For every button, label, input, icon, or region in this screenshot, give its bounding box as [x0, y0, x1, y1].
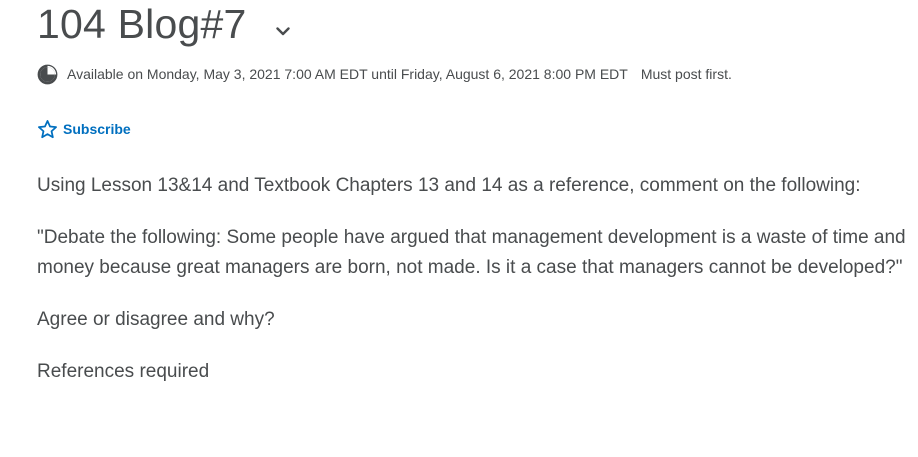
- topic-description: Using Lesson 13&14 and Textbook Chapters…: [37, 171, 912, 409]
- description-paragraph: Using Lesson 13&14 and Textbook Chapters…: [37, 175, 861, 196]
- must-post-first-notice: Must post first.: [640, 66, 732, 82]
- availability-dates: Available on Monday, May 3, 2021 7:00 AM…: [67, 66, 628, 82]
- availability-info: Available on Monday, May 3, 2021 7:00 AM…: [37, 63, 732, 85]
- subscribe-label: Subscribe: [63, 121, 131, 137]
- description-paragraph: References required: [37, 361, 210, 382]
- clock-icon: [37, 64, 58, 85]
- topic-header: 104 Blog#7: [37, 0, 294, 48]
- page-title: 104 Blog#7: [37, 1, 247, 47]
- description-paragraph: Agree or disagree and why?: [37, 309, 275, 330]
- star-outline-icon: [37, 119, 58, 140]
- description-paragraph: "Debate the following: Some people have …: [37, 227, 906, 278]
- chevron-down-icon[interactable]: [272, 20, 294, 42]
- subscribe-link[interactable]: Subscribe: [37, 118, 131, 140]
